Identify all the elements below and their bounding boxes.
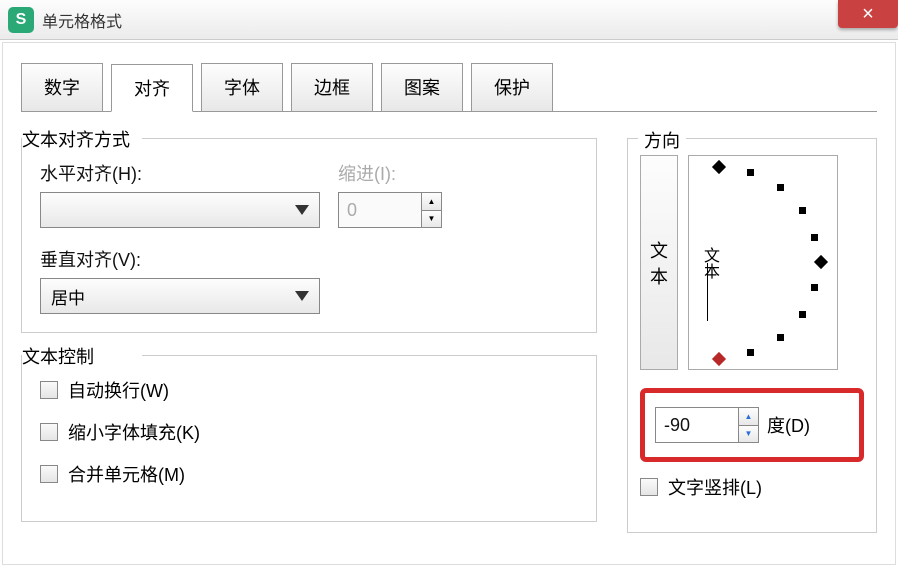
vtext-char-1: 文	[650, 237, 668, 263]
orientation-title: 方向	[638, 127, 686, 153]
orientation-fieldset: 方向 文 本 文本	[627, 138, 877, 533]
merge-label: 合并单元格(M)	[68, 461, 185, 487]
chevron-down-icon	[295, 291, 309, 301]
degrees-highlight: ▲ ▼ 度(D)	[640, 388, 864, 462]
tab-pattern[interactable]: 图案	[381, 63, 463, 111]
dial-dot-icon	[799, 207, 806, 214]
indent-label: 缩进(I):	[338, 160, 442, 186]
vertical-text-button[interactable]: 文 本	[640, 155, 678, 370]
tab-border[interactable]: 边框	[291, 63, 373, 111]
degrees-input[interactable]	[656, 408, 738, 442]
degrees-label: 度(D)	[767, 412, 810, 438]
text-control-fieldset: 文本控制 自动换行(W) 缩小字体填充(K) 合并单元格(M)	[21, 355, 597, 522]
shrink-label: 缩小字体填充(K)	[68, 419, 200, 445]
dial-dot-icon	[777, 184, 784, 191]
alignment-fieldset-title: 文本对齐方式	[22, 126, 138, 152]
close-button[interactable]: ×	[838, 0, 898, 28]
vertical-align-value: 居中	[51, 284, 85, 309]
tab-protection[interactable]: 保护	[471, 63, 553, 111]
degrees-down-button[interactable]: ▼	[739, 426, 758, 443]
dial-selected-icon	[712, 352, 726, 366]
window-title: 单元格格式	[42, 8, 122, 32]
chevron-down-icon	[295, 205, 309, 215]
dial-endpoint-icon	[814, 255, 828, 269]
dial-dot-icon	[777, 334, 784, 341]
vertical-align-select[interactable]: 居中	[40, 278, 320, 314]
shrink-checkbox-row[interactable]: 缩小字体填充(K)	[40, 419, 578, 445]
dial-endpoint-icon	[712, 160, 726, 174]
merge-checkbox[interactable]	[40, 465, 58, 483]
wrap-checkbox-row[interactable]: 自动换行(W)	[40, 377, 578, 403]
degrees-spinner[interactable]: ▲ ▼	[655, 407, 759, 443]
app-icon: S	[8, 7, 34, 33]
tab-number[interactable]: 数字	[21, 63, 103, 111]
degrees-up-button[interactable]: ▲	[739, 408, 758, 426]
indent-spinner[interactable]: ▲ ▼	[338, 192, 442, 228]
dial-dot-icon	[811, 284, 818, 291]
horizontal-align-select[interactable]	[40, 192, 320, 228]
vtext-char-2: 本	[650, 263, 668, 289]
merge-checkbox-row[interactable]: 合并单元格(M)	[40, 461, 578, 487]
indent-input[interactable]	[339, 193, 421, 227]
vertical-text-checkbox[interactable]	[640, 478, 658, 496]
dial-dot-icon	[747, 349, 754, 356]
alignment-fieldset: 文本对齐方式 水平对齐(H): 缩进(I):	[21, 138, 597, 333]
tab-alignment[interactable]: 对齐	[111, 64, 193, 112]
vertical-text-label: 文字竖排(L)	[668, 474, 762, 500]
indent-up-button[interactable]: ▲	[422, 193, 441, 211]
dial-dot-icon	[811, 234, 818, 241]
dialog-body: 数字 对齐 字体 边框 图案 保护 文本对齐方式 水平对齐(H):	[2, 42, 896, 565]
dial-line	[707, 263, 708, 321]
horizontal-align-label: 水平对齐(H):	[40, 160, 320, 186]
text-control-fieldset-title: 文本控制	[22, 343, 102, 369]
tab-bar: 数字 对齐 字体 边框 图案 保护	[21, 63, 877, 112]
vertical-align-label: 垂直对齐(V):	[40, 246, 578, 272]
indent-down-button[interactable]: ▼	[422, 211, 441, 228]
titlebar: S 单元格格式 ×	[0, 0, 898, 40]
wrap-checkbox[interactable]	[40, 381, 58, 399]
dial-dot-icon	[747, 169, 754, 176]
orientation-dial[interactable]: 文本	[688, 155, 838, 370]
wrap-label: 自动换行(W)	[68, 377, 169, 403]
dial-label: 文本	[697, 247, 721, 279]
shrink-checkbox[interactable]	[40, 423, 58, 441]
vertical-text-checkbox-row[interactable]: 文字竖排(L)	[640, 474, 864, 500]
dial-dot-icon	[799, 311, 806, 318]
tab-font[interactable]: 字体	[201, 63, 283, 111]
